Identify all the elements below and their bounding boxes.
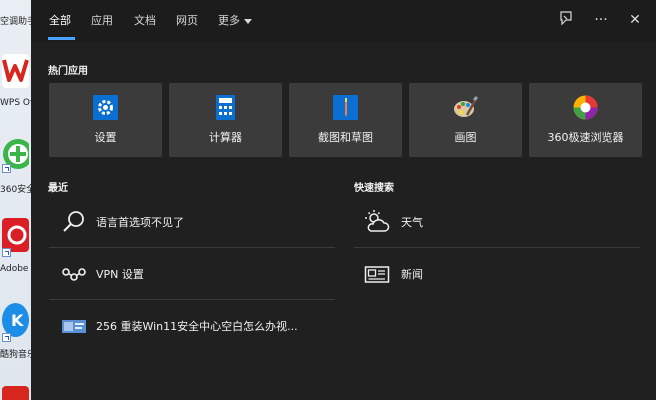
snip-sketch-icon — [333, 95, 358, 120]
video-thumbnail-icon — [61, 313, 87, 339]
search-icon — [61, 209, 87, 235]
tab-apps[interactable]: 应用 — [91, 12, 113, 28]
weather-icon — [364, 209, 390, 235]
desktop-shortcut-label: WPS Office — [0, 98, 31, 108]
recent-item-label: 256 重装Win11安全中心空白怎么办视... — [96, 320, 298, 333]
app-tile-360-browser[interactable]: 360极速浏览器 — [529, 83, 642, 157]
recent-item-label: 语言首选项不见了 — [96, 216, 184, 229]
recent-item[interactable]: VPN 设置 — [49, 248, 335, 299]
desktop-shortcut-label: 360安全卫士 — [0, 185, 31, 195]
shortcut-arrow-icon — [2, 248, 11, 257]
app-tile-calculator[interactable]: 计算器 — [169, 83, 282, 157]
tab-more[interactable]: 更多 — [218, 12, 252, 28]
vpn-icon — [61, 261, 87, 287]
app-tile-label: 设置 — [94, 131, 117, 144]
active-tab-indicator — [48, 37, 75, 40]
desktop-shortcut-label: Adobe Creative — [0, 264, 31, 274]
chevron-down-icon — [244, 18, 252, 24]
kugou-icon: K — [2, 303, 29, 337]
svg-text:K: K — [11, 311, 24, 330]
close-button[interactable]: ✕ — [625, 10, 645, 30]
feedback-icon[interactable] — [556, 10, 576, 30]
recent-item-label: VPN 设置 — [96, 268, 144, 281]
adobe-cc-icon — [2, 218, 29, 252]
quick-search-item[interactable]: 新闻 — [354, 248, 640, 299]
desktop-shortcut-label: 酷狗音乐 — [0, 350, 31, 360]
tab-more-label: 更多 — [218, 14, 240, 27]
shortcut-arrow-icon — [2, 333, 11, 342]
tab-web[interactable]: 网页 — [176, 12, 198, 28]
recent-item[interactable]: 256 重装Win11安全中心空白怎么办视... — [49, 300, 335, 351]
paint-icon — [453, 95, 479, 120]
recent-item[interactable]: 语言首选项不见了 — [49, 196, 335, 247]
news-icon — [364, 261, 390, 287]
desktop-shortcut-label: 空调助手 — [0, 17, 31, 27]
app-tile-label: 画图 — [454, 131, 477, 144]
app-icon — [2, 386, 29, 400]
app-tile-settings[interactable]: 设置 — [49, 83, 162, 157]
more-options-button[interactable]: ··· — [591, 10, 611, 30]
calculator-icon — [213, 95, 238, 120]
wps-icon — [2, 54, 29, 88]
quick-search-item-label: 天气 — [401, 216, 423, 229]
quick-search-item[interactable]: 天气 — [354, 196, 640, 247]
gear-icon — [93, 95, 118, 120]
app-tile-label: 计算器 — [209, 131, 242, 144]
app-tile-label: 360极速浏览器 — [547, 131, 624, 144]
app-tile-snip-sketch[interactable]: 截图和草图 — [289, 83, 402, 157]
browser-360-icon — [573, 95, 598, 120]
security-360-icon — [2, 134, 31, 169]
tab-documents[interactable]: 文档 — [134, 12, 156, 28]
tab-all[interactable]: 全部 — [49, 12, 71, 28]
desktop-background: 空调助手 WPS Office 360安全卫士 Adobe Creative K… — [0, 0, 31, 400]
search-panel: 全部 应用 文档 网页 更多 ··· ✕ 热门应用 设置 计算器 截图和草图 画… — [31, 0, 656, 400]
search-scope-bar: 全部 应用 文档 网页 更多 ··· ✕ — [31, 0, 656, 42]
recent-title: 最近 — [48, 183, 68, 194]
app-tile-paint[interactable]: 画图 — [409, 83, 522, 157]
quick-search-title: 快速搜索 — [354, 183, 394, 194]
app-tile-label: 截图和草图 — [318, 131, 373, 144]
hot-apps-title: 热门应用 — [48, 66, 88, 77]
shortcut-arrow-icon — [2, 164, 11, 173]
quick-search-item-label: 新闻 — [401, 268, 423, 281]
